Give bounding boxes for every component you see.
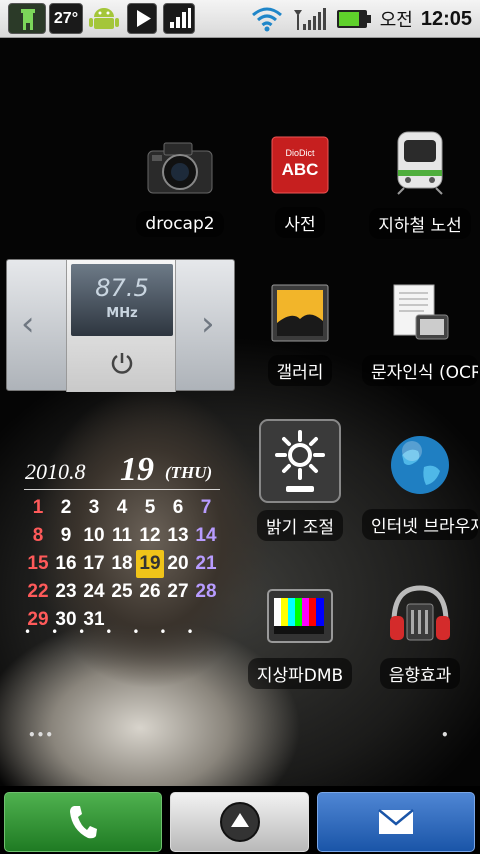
calendar-year-month: 2010.8 bbox=[25, 459, 86, 484]
calendar-day-cell[interactable]: 14 bbox=[192, 522, 220, 550]
app-drocap2[interactable]: drocap2 bbox=[120, 135, 240, 241]
radio-next-button[interactable]: › bbox=[201, 304, 215, 344]
calendar-day-cell[interactable]: 11 bbox=[108, 522, 136, 550]
app-gallery[interactable]: 갤러리 bbox=[240, 283, 360, 390]
calendar-day-cell[interactable]: 18 bbox=[108, 550, 136, 578]
radio-unit: MHz bbox=[106, 306, 138, 321]
calendar-day-cell[interactable]: 1 bbox=[24, 494, 52, 522]
headphones-icon bbox=[390, 585, 450, 641]
app-label-drocap2: drocap2 bbox=[136, 211, 224, 237]
calendar-day-cell[interactable]: 13 bbox=[164, 522, 192, 550]
battery-icon bbox=[336, 10, 371, 28]
calendar-week-row: 8 9 10 11 12 13 14 bbox=[24, 522, 220, 550]
app-drawer-button[interactable] bbox=[170, 792, 309, 852]
subway-train-icon bbox=[397, 131, 443, 195]
svg-text:ABC: ABC bbox=[282, 160, 319, 179]
globe-icon bbox=[391, 436, 449, 494]
app-label-gallery: 갤러리 bbox=[267, 355, 333, 386]
android-icon bbox=[86, 3, 122, 34]
page-indicator-right[interactable]: • bbox=[441, 728, 449, 742]
envelope-icon bbox=[378, 809, 414, 834]
calendar-day-cell[interactable]: 15 bbox=[24, 550, 52, 578]
phone-icon bbox=[70, 806, 97, 839]
calendar-day-cell[interactable]: 10 bbox=[80, 522, 108, 550]
app-label-subway: 지하철 노선 bbox=[369, 208, 471, 239]
calendar-day-cell[interactable]: 12 bbox=[136, 522, 164, 550]
calendar-grid[interactable]: 1 2 3 4 5 6 7 8 9 10 11 12 13 14 15 16 17 18 19 20 21 22 23 24 2… bbox=[24, 494, 220, 634]
calendar-week-row: 1234567 bbox=[24, 494, 220, 522]
calendar-day: 19 bbox=[120, 451, 154, 488]
phone-button[interactable] bbox=[4, 792, 162, 852]
app-brightness[interactable]: 밝기 조절 bbox=[240, 418, 360, 545]
page-indicator-left[interactable]: ••• bbox=[28, 728, 54, 742]
calendar-day-cell[interactable]: 27 bbox=[164, 578, 192, 606]
calendar-day-cell[interactable]: 24 bbox=[80, 578, 108, 606]
calendar-day-cell[interactable]: 21 bbox=[192, 550, 220, 578]
gallery-icon bbox=[271, 284, 329, 342]
calendar-day-cell[interactable]: 20 bbox=[164, 550, 192, 578]
cell-signal-icon bbox=[293, 8, 326, 30]
calendar-day-cell[interactable]: 7 bbox=[192, 494, 220, 522]
calendar-header[interactable]: 2010.8 19 (THU) bbox=[25, 451, 225, 489]
calendar-day-cell[interactable]: 5 bbox=[136, 494, 164, 522]
fm-radio-widget[interactable]: ‹ › 87.5 MHz bbox=[6, 259, 235, 392]
camera-icon bbox=[147, 142, 213, 194]
calendar-empty-dots: ••••••• bbox=[24, 625, 214, 639]
power-icon[interactable] bbox=[109, 350, 135, 376]
calendar-day-cell[interactable]: 3 bbox=[80, 494, 108, 522]
calendar-day-cell[interactable]: 9 bbox=[52, 522, 80, 550]
ocr-document-icon bbox=[393, 284, 449, 340]
app-sound-effects[interactable]: 음향효과 bbox=[360, 582, 480, 693]
calendar-day-cell[interactable]: 22 bbox=[24, 578, 52, 606]
signal-bars-icon bbox=[163, 3, 195, 34]
dock bbox=[0, 786, 480, 854]
radio-prev-button[interactable]: ‹ bbox=[21, 304, 35, 344]
calendar-day-cell[interactable]: 16 bbox=[52, 550, 80, 578]
clock-time: 12:05 bbox=[420, 7, 472, 30]
calendar-day-cell[interactable]: 17 bbox=[80, 550, 108, 578]
calendar-week-row: 15 16 17 18 19 20 21 bbox=[24, 550, 220, 578]
calendar-day-cell[interactable]: 25 bbox=[108, 578, 136, 606]
dictionary-icon: DioDict ABC bbox=[271, 136, 329, 194]
status-bar: 27° 오전 12:05 bbox=[0, 0, 480, 38]
app-label-dictionary: 사전 bbox=[275, 207, 325, 238]
weather-temperature: 27° bbox=[49, 3, 83, 34]
arrow-up-icon bbox=[219, 802, 260, 842]
calendar-week-row: 22 23 24 25 26 27 28 bbox=[24, 578, 220, 606]
app-subway[interactable]: 지하철 노선 bbox=[360, 130, 480, 243]
calendar-day-cell[interactable]: 8 bbox=[24, 522, 52, 550]
calendar-day-cell[interactable]: 2 bbox=[52, 494, 80, 522]
brightness-icon bbox=[259, 419, 341, 503]
svg-text:DioDict: DioDict bbox=[285, 148, 315, 158]
launcher-tower-icon bbox=[8, 3, 46, 34]
calendar-today-cell[interactable]: 19 bbox=[136, 550, 164, 578]
app-label-sound-effects: 음향효과 bbox=[379, 658, 461, 689]
calendar-day-cell[interactable]: 23 bbox=[52, 578, 80, 606]
app-label-ocr: 문자인식 (OCR) bbox=[362, 355, 478, 386]
app-label-dmb: 지상파DMB bbox=[247, 658, 353, 689]
app-internet[interactable]: 인터넷 브라우저 bbox=[360, 433, 480, 544]
app-label-internet: 인터넷 브라우저 bbox=[362, 509, 478, 540]
clock-ampm: 오전 bbox=[379, 10, 413, 31]
calendar-day-cell[interactable]: 28 bbox=[192, 578, 220, 606]
radio-display: 87.5 MHz bbox=[71, 264, 173, 336]
calendar-day-cell[interactable]: 26 bbox=[136, 578, 164, 606]
app-label-brightness: 밝기 조절 bbox=[257, 510, 343, 541]
radio-panel: 87.5 MHz bbox=[66, 260, 176, 392]
media-play-icon bbox=[127, 3, 157, 34]
app-dictionary[interactable]: DioDict ABC 사전 bbox=[240, 135, 360, 242]
calendar-day-cell[interactable]: 4 bbox=[108, 494, 136, 522]
calendar-divider bbox=[24, 489, 220, 490]
app-ocr[interactable]: 문자인식 (OCR) bbox=[360, 283, 480, 390]
calendar-day-cell[interactable]: 6 bbox=[164, 494, 192, 522]
wifi-icon bbox=[251, 7, 282, 32]
radio-frequency: 87.5 bbox=[95, 274, 149, 302]
app-dmb[interactable]: 지상파DMB bbox=[240, 588, 360, 693]
calendar-weekday: (THU) bbox=[165, 463, 213, 482]
tv-icon bbox=[267, 589, 333, 643]
message-button[interactable] bbox=[317, 792, 475, 852]
